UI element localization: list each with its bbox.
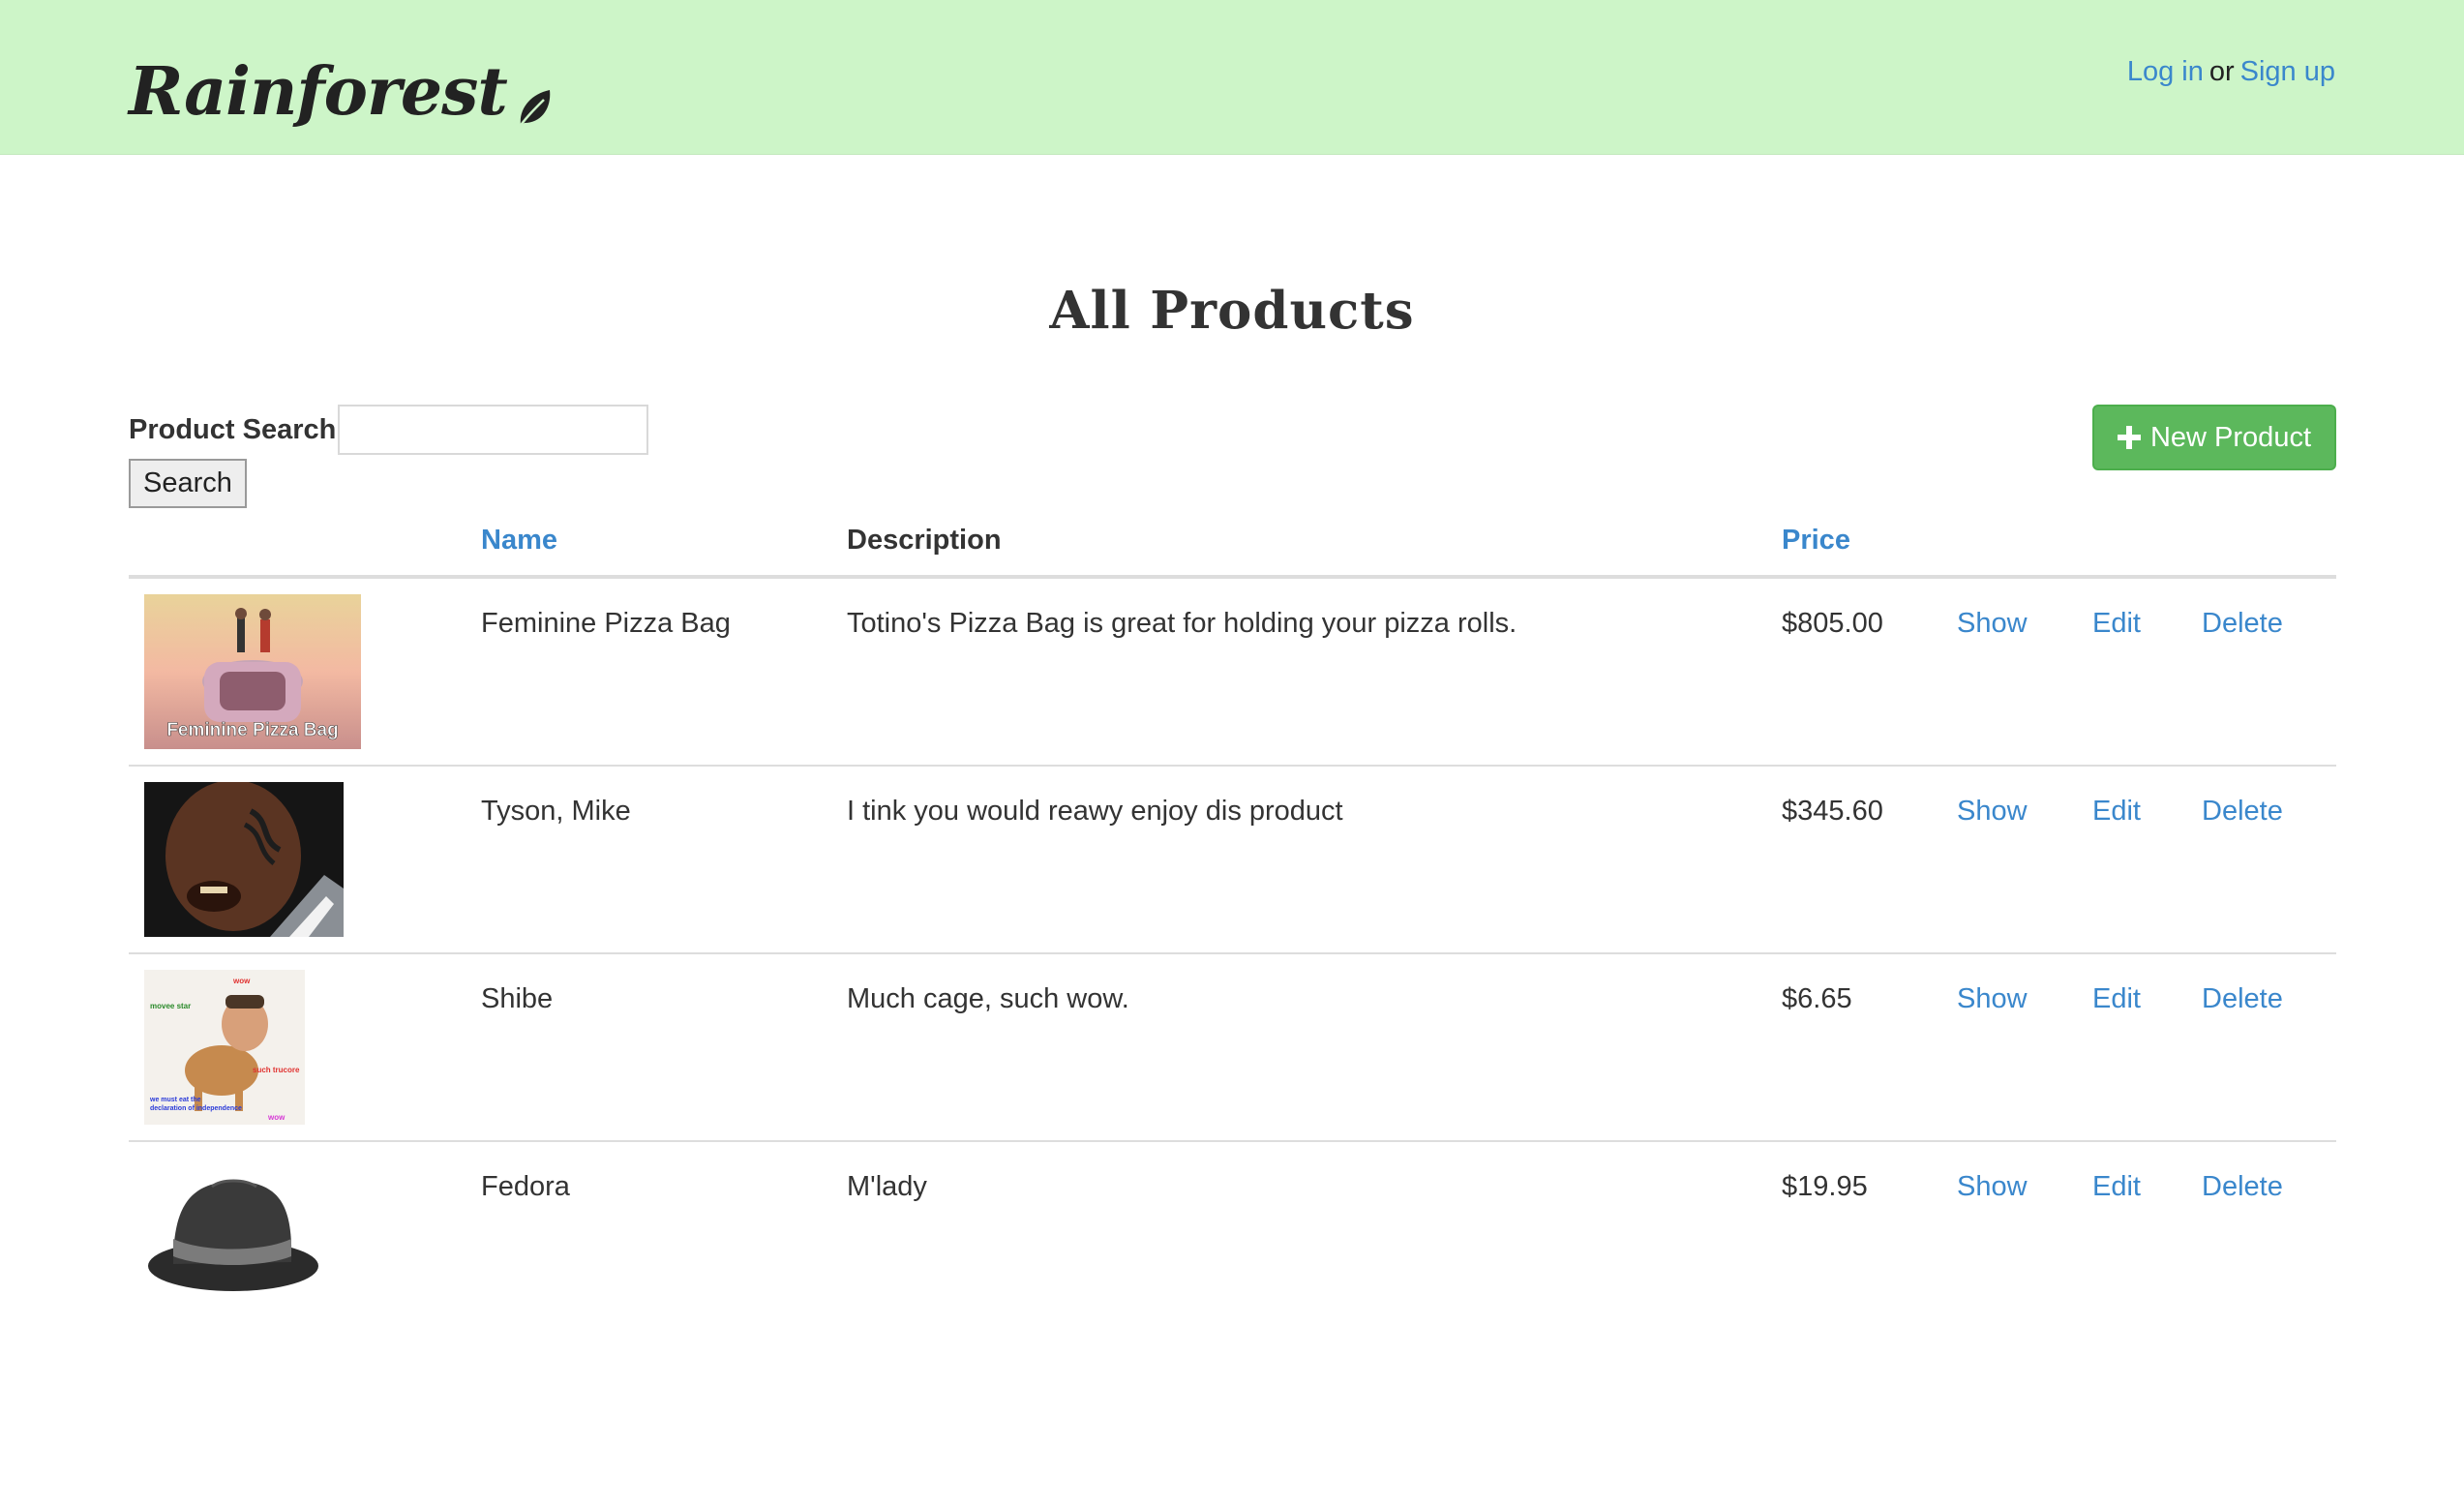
table-row: Tyson, Mike I tink you would reawy enjoy… [129,767,2336,954]
show-link[interactable]: Show [1957,1171,2028,1203]
show-link[interactable]: Show [1957,608,2028,640]
delete-link[interactable]: Delete [2202,1171,2283,1203]
signup-link[interactable]: Sign up [2240,56,2335,87]
edit-link[interactable]: Edit [2092,983,2141,1015]
product-name: Tyson, Mike [481,796,631,827]
product-search-label: Product Search [129,414,337,445]
login-link[interactable]: Log in [2127,56,2204,87]
search-button[interactable]: Search [129,459,247,508]
product-price: $19.95 [1782,1171,1868,1202]
product-image-pizza-bag: Feminine Pizza Bag [144,594,361,749]
product-description: Totino's Pizza Bag is great for holding … [847,608,1517,639]
delete-link[interactable]: Delete [2202,608,2283,640]
product-name: Shibe [481,983,554,1014]
products-table: Name Description Price Feminine Pizza Ba… [129,513,2336,1330]
meme-text: wow [232,977,251,985]
product-price: $6.65 [1782,983,1852,1014]
meme-text: such trucore [253,1066,300,1074]
table-row: wow movee star such trucore we must eat … [129,954,2336,1142]
auth-links: Log in or Sign up [2127,56,2335,88]
new-product-label: New Product [2149,421,2311,453]
delete-link[interactable]: Delete [2202,796,2283,828]
image-caption: Feminine Pizza Bag [166,720,338,740]
edit-link[interactable]: Edit [2092,1171,2141,1203]
product-name: Fedora [481,1171,570,1202]
name-column-header[interactable]: Name [481,525,557,557]
product-search-input[interactable] [338,405,648,455]
product-image-tyson [144,782,344,937]
brand-logo[interactable]: Rainforest [129,29,554,155]
product-image-shibe: wow movee star such trucore we must eat … [144,970,305,1125]
meme-text: we must eat the [149,1097,201,1103]
product-description: Much cage, such wow. [847,983,1129,1014]
show-link[interactable]: Show [1957,983,2028,1015]
new-product-button[interactable]: New Product [2092,405,2336,470]
table-header: Name Description Price [129,513,2336,579]
product-price: $345.60 [1782,796,1883,827]
product-description: M'lady [847,1171,927,1202]
or-text: or [2209,56,2235,87]
brand-name[interactable]: Rainforest [129,44,508,140]
product-description: I tink you would reawy enjoy dis product [847,796,1343,827]
page-title: All Products [1049,281,1415,341]
plus-icon [2117,426,2141,449]
product-price: $805.00 [1782,608,1883,639]
show-link[interactable]: Show [1957,796,2028,828]
meme-text: movee star [150,1002,191,1010]
leaf-icon [517,58,554,155]
meme-text: declaration of independence [150,1105,242,1112]
edit-link[interactable]: Edit [2092,796,2141,828]
table-row: Fedora M'lady $19.95 Show Edit Delete [129,1142,2336,1330]
price-column-header[interactable]: Price [1782,525,1850,557]
product-name: Feminine Pizza Bag [481,608,731,639]
product-image-fedora [144,1163,320,1299]
meme-text: wow [267,1113,285,1122]
delete-link[interactable]: Delete [2202,983,2283,1015]
edit-link[interactable]: Edit [2092,608,2141,640]
description-column-header: Description [847,525,1002,556]
table-row: Feminine Pizza Bag Feminine Pizza Bag To… [129,579,2336,767]
navbar: Rainforest Log in or Sign up [0,0,2464,155]
